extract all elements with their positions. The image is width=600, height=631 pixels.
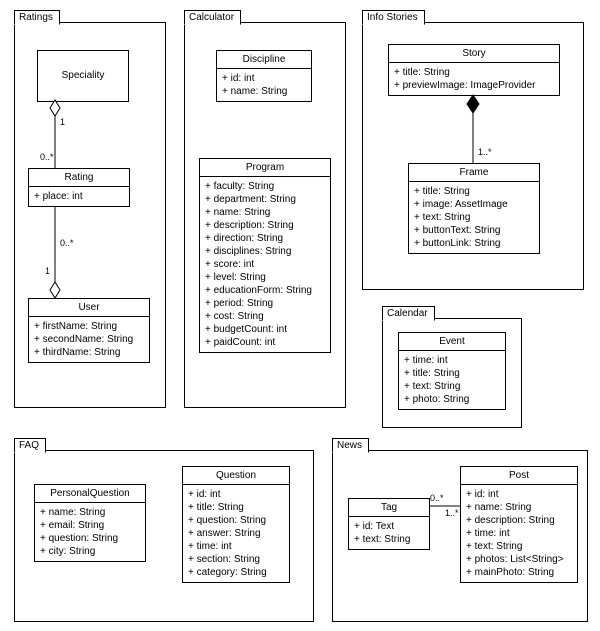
- class-attribute: + faculty: String: [205, 180, 325, 193]
- class-story-name: Story: [389, 45, 559, 63]
- mult-spec-many: 0..*: [40, 152, 54, 162]
- class-rating-name: Rating: [29, 169, 129, 187]
- class-attribute: + photo: String: [404, 393, 500, 406]
- class-attribute: + cost: String: [205, 310, 325, 323]
- class-attribute: + paidCount: int: [205, 336, 325, 349]
- class-attribute: + text: String: [354, 533, 424, 546]
- class-question-attrs: + id: int+ title: String+ question: Stri…: [183, 485, 289, 582]
- class-tag: Tag + id: Text+ text: String: [348, 498, 430, 550]
- class-user-name: User: [29, 299, 149, 317]
- mult-post-one: 1..*: [445, 508, 459, 518]
- class-attribute: + buttonLink: String: [414, 237, 534, 250]
- class-program: Program + faculty: String+ department: S…: [199, 158, 331, 353]
- class-attribute: + category: String: [188, 566, 284, 579]
- class-post: Post + id: int+ name: String+ descriptio…: [460, 466, 578, 583]
- class-attribute: + disciplines: String: [205, 245, 325, 258]
- class-attribute: + answer: String: [188, 527, 284, 540]
- class-attribute: + time: int: [466, 527, 572, 540]
- class-attribute: + score: int: [205, 258, 325, 271]
- class-attribute: + buttonText: String: [414, 224, 534, 237]
- class-attribute: + title: String: [414, 185, 534, 198]
- class-attribute: + mainPhoto: String: [466, 566, 572, 579]
- class-personalquestion: PersonalQuestion + name: String+ email: …: [34, 484, 146, 562]
- package-calendar-label: Calendar: [382, 306, 435, 321]
- class-program-name: Program: [200, 159, 330, 177]
- mult-rating-user-one: 1: [45, 266, 50, 276]
- class-attribute: + firstName: String: [34, 320, 144, 333]
- class-attribute: + direction: String: [205, 232, 325, 245]
- class-question: Question + id: int+ title: String+ quest…: [182, 466, 290, 583]
- class-attribute: + title: String: [188, 501, 284, 514]
- class-program-attrs: + faculty: String+ department: String+ n…: [200, 177, 330, 352]
- class-attribute: + description: String: [205, 219, 325, 232]
- class-attribute: + description: String: [466, 514, 572, 527]
- class-attribute: + email: String: [40, 519, 140, 532]
- package-ratings-label: Ratings: [14, 10, 60, 25]
- class-personalquestion-attrs: + name: String+ email: String+ question:…: [35, 503, 145, 561]
- class-attribute: + department: String: [205, 193, 325, 206]
- class-attribute: + id: int: [466, 488, 572, 501]
- class-attribute: + educationForm: String: [205, 284, 325, 297]
- class-attribute: + time: int: [404, 354, 500, 367]
- class-attribute: + text: String: [414, 211, 534, 224]
- class-rating: Rating + place: int: [28, 168, 130, 207]
- class-attribute: + city: String: [40, 545, 140, 558]
- class-event: Event + time: int+ title: String+ text: …: [398, 332, 506, 410]
- package-news-label: News: [332, 438, 369, 453]
- class-attribute: + text: String: [404, 380, 500, 393]
- class-post-name: Post: [461, 467, 577, 485]
- class-attribute: + id: int: [222, 72, 306, 85]
- class-discipline: Discipline + id: int+ name: String: [216, 50, 312, 102]
- class-user: User + firstName: String+ secondName: St…: [28, 298, 150, 363]
- class-speciality-name: Speciality: [38, 51, 128, 101]
- class-attribute: + section: String: [188, 553, 284, 566]
- class-discipline-attrs: + id: int+ name: String: [217, 69, 311, 101]
- class-attribute: + name: String: [205, 206, 325, 219]
- class-attribute: + previewImage: ImageProvider: [394, 79, 554, 92]
- class-story-attrs: + title: String+ previewImage: ImageProv…: [389, 63, 559, 95]
- class-attribute: + name: String: [222, 85, 306, 98]
- class-attribute: + budgetCount: int: [205, 323, 325, 336]
- class-event-name: Event: [399, 333, 505, 351]
- class-user-attrs: + firstName: String+ secondName: String+…: [29, 317, 149, 362]
- class-attribute: + place: int: [34, 190, 124, 203]
- package-infostories-label: Info Stories: [362, 10, 425, 25]
- package-faq-label: FAQ: [14, 438, 46, 453]
- class-attribute: + question: String: [188, 514, 284, 527]
- class-attribute: + title: String: [394, 66, 554, 79]
- class-attribute: + id: Text: [354, 520, 424, 533]
- class-attribute: + level: String: [205, 271, 325, 284]
- class-speciality: Speciality: [37, 50, 129, 102]
- class-attribute: + thirdName: String: [34, 346, 144, 359]
- mult-tag-many: 0..*: [430, 493, 444, 503]
- class-tag-attrs: + id: Text+ text: String: [349, 517, 429, 549]
- class-question-name: Question: [183, 467, 289, 485]
- class-story: Story + title: String+ previewImage: Ima…: [388, 44, 560, 96]
- class-attribute: + time: int: [188, 540, 284, 553]
- class-post-attrs: + id: int+ name: String+ description: St…: [461, 485, 577, 582]
- class-frame: Frame + title: String+ image: AssetImage…: [408, 163, 540, 254]
- class-attribute: + title: String: [404, 367, 500, 380]
- class-frame-name: Frame: [409, 164, 539, 182]
- class-attribute: + image: AssetImage: [414, 198, 534, 211]
- mult-rating-user-many: 0..*: [60, 238, 74, 248]
- mult-spec-one: 1: [60, 117, 65, 127]
- class-discipline-name: Discipline: [217, 51, 311, 69]
- package-calculator-label: Calculator: [184, 10, 241, 25]
- mult-story-frame: 1..*: [478, 147, 492, 157]
- class-event-attrs: + time: int+ title: String+ text: String…: [399, 351, 505, 409]
- class-personalquestion-name: PersonalQuestion: [35, 485, 145, 503]
- class-attribute: + photos: List<String>: [466, 553, 572, 566]
- class-attribute: + id: int: [188, 488, 284, 501]
- class-tag-name: Tag: [349, 499, 429, 517]
- class-attribute: + period: String: [205, 297, 325, 310]
- canvas: Ratings Speciality Rating + place: int U…: [0, 0, 600, 631]
- class-attribute: + secondName: String: [34, 333, 144, 346]
- class-attribute: + question: String: [40, 532, 140, 545]
- class-attribute: + text: String: [466, 540, 572, 553]
- class-frame-attrs: + title: String+ image: AssetImage+ text…: [409, 182, 539, 253]
- class-rating-attrs: + place: int: [29, 187, 129, 206]
- class-attribute: + name: String: [40, 506, 140, 519]
- class-attribute: + name: String: [466, 501, 572, 514]
